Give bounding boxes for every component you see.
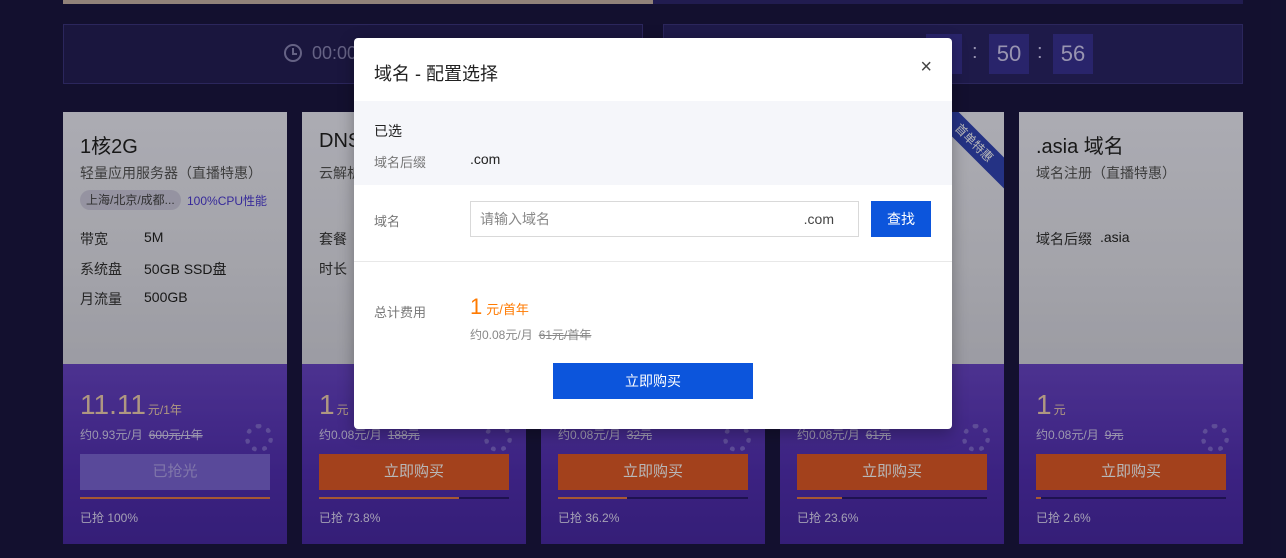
domain-label: 域名: [374, 214, 401, 229]
total-original-price: 61元/首年: [538, 328, 592, 342]
selected-heading: 已选: [374, 123, 402, 139]
domain-input[interactable]: [471, 202, 791, 236]
domain-field: .com: [470, 201, 859, 237]
domain-suffix: .com: [803, 211, 834, 227]
buy-now-button[interactable]: 立即购买: [553, 363, 753, 399]
config-modal: 域名 - 配置选择 × 已选 域名后缀 .com 域名 .com 查找 总计费用…: [354, 38, 952, 429]
selected-section: 已选 域名后缀 .com: [354, 101, 952, 185]
divider: [354, 261, 952, 262]
total-label: 总计费用: [374, 305, 427, 320]
total-price: 1 元/首年: [470, 294, 529, 319]
search-button[interactable]: 查找: [871, 201, 931, 237]
suffix-value: .com: [470, 151, 501, 167]
modal-title: 域名 - 配置选择: [374, 64, 498, 84]
close-icon[interactable]: ×: [920, 56, 932, 79]
suffix-label: 域名后缀: [374, 155, 427, 170]
total-approx: 约0.08元/月 61元/首年: [470, 328, 592, 342]
